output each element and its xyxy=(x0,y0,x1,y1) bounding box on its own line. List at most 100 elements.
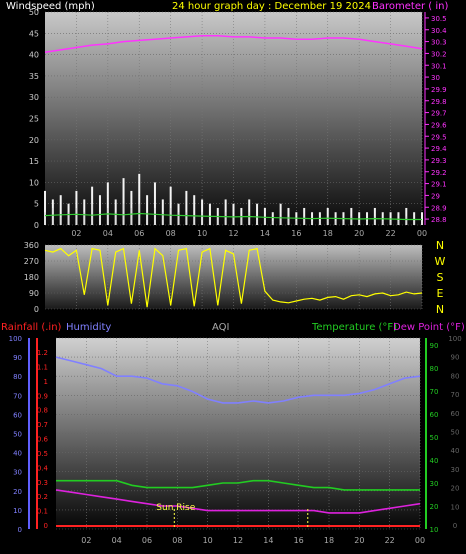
x-tick-label: 04 xyxy=(112,536,122,545)
wind-bar xyxy=(224,212,227,225)
humidity-tick-label: 70 xyxy=(13,392,22,400)
temperature-tick-label: 80 xyxy=(430,365,439,373)
x-ticks-3: 02 04 06 08 10 12 14 16 18 20 22 00 xyxy=(81,536,425,545)
wind-bar xyxy=(358,220,360,225)
x-tick-label: 18 xyxy=(323,229,333,238)
x-tick-label: 04 xyxy=(103,229,113,238)
windspeed-tick-label: 30 xyxy=(29,93,39,102)
x-tick-label: 22 xyxy=(385,536,395,545)
humidity-legend: Humidity xyxy=(66,322,111,333)
rainfall-tick-label: 1 xyxy=(44,378,48,386)
humidity-tick-label: 90 xyxy=(13,354,22,362)
x-tick-label: 06 xyxy=(134,229,144,238)
rainfall-tick-label: 1.1 xyxy=(37,363,48,371)
x-tick-label: 14 xyxy=(260,229,270,238)
barometer-tick-label: 30 xyxy=(431,74,440,82)
humidity-tick-label: 30 xyxy=(13,469,22,477)
windspeed-tick-label: 5 xyxy=(34,200,39,209)
wind-bar xyxy=(272,220,274,225)
temperature-tick-label: 50 xyxy=(430,434,439,442)
wind-direction-panel: 0 90 180 270 360 NWSEN xyxy=(24,239,446,316)
x-tick-label: 08 xyxy=(166,229,176,238)
compass-labels: NWSEN xyxy=(435,239,446,316)
x-ticks-1: 02 04 06 08 10 12 14 16 18 20 22 00 xyxy=(71,229,427,238)
rainfall-tick-label: 0.9 xyxy=(37,392,48,400)
barometer-tick-label: 30.1 xyxy=(431,62,447,70)
rainfall-tick-label: 0.1 xyxy=(37,508,48,516)
wind-bar xyxy=(405,216,408,225)
compass-label: N xyxy=(436,303,444,316)
sun-rise-label: Sun Rise xyxy=(156,503,195,513)
wind-bar xyxy=(389,220,392,225)
wind-bar xyxy=(334,220,337,225)
windspeed-tick-label: 25 xyxy=(29,115,39,124)
rain-humidity-temp-panel: 0102030405060708090100 00.10.20.30.40.50… xyxy=(1,322,465,545)
windspeed-tick-label: 45 xyxy=(29,29,39,38)
humidity-tick-label: 60 xyxy=(13,411,22,419)
aqi-tick-label: 100 xyxy=(448,335,461,343)
barometer-tick-label: 30.4 xyxy=(431,27,447,35)
wind-bar xyxy=(248,212,250,225)
aqi-legend: AQI xyxy=(212,322,230,333)
wind-bar xyxy=(366,220,368,225)
humidity-tick-label: 100 xyxy=(9,335,22,343)
wind-bar xyxy=(303,216,305,225)
direction-tick-label: 360 xyxy=(24,241,39,250)
windspeed-axis-label: Windspeed (mph) xyxy=(6,1,95,12)
aqi-tick-label: 50 xyxy=(451,429,460,437)
rainfall-legend: Rainfall (.in) xyxy=(1,322,62,333)
wind-bar xyxy=(421,220,423,225)
aqi-tick-label: 70 xyxy=(451,391,460,399)
wind-bar xyxy=(107,207,109,225)
rainfall-tick-label: 0.4 xyxy=(37,464,49,472)
humidity-axis-stripe xyxy=(28,338,30,529)
humidity-tick-label: 20 xyxy=(13,488,22,496)
rainfall-tick-label: 0.5 xyxy=(37,450,48,458)
x-tick-label: 02 xyxy=(81,536,91,545)
wind-bar xyxy=(185,212,188,225)
barometer-tick-label: 29.7 xyxy=(431,110,447,118)
rainfall-tick-label: 0.3 xyxy=(37,479,48,487)
x-tick-label: 16 xyxy=(291,229,301,238)
windspeed-ticks: 05101520253035404550 xyxy=(29,8,39,230)
aqi-tick-label: 40 xyxy=(451,447,460,455)
direction-tick-label: 270 xyxy=(24,257,39,266)
aqi-tick-label: 0 xyxy=(453,522,457,530)
temperature-tick-label: 40 xyxy=(430,457,439,465)
wind-bar xyxy=(130,207,133,225)
x-tick-label: 20 xyxy=(354,536,364,545)
humidity-ticks: 0 10 20 30 40 50 60 70 80 90 100 xyxy=(9,335,22,534)
barometer-tick-label: 29.1 xyxy=(431,181,447,189)
x-tick-label: 00 xyxy=(417,229,427,238)
wind-bar xyxy=(91,203,93,225)
wind-bar xyxy=(75,207,78,225)
wind-bar xyxy=(232,216,235,225)
temperature-legend: Temperature (°F) xyxy=(311,322,397,333)
direction-tick-label: 90 xyxy=(29,289,39,298)
x-tick-label: 00 xyxy=(415,536,425,545)
aqi-tick-label: 30 xyxy=(451,466,460,474)
x-tick-label: 08 xyxy=(172,536,182,545)
temperature-tick-label: 70 xyxy=(430,388,439,396)
windspeed-tick-label: 20 xyxy=(29,136,39,145)
temperature-axis-stripe xyxy=(425,338,427,529)
wind-bar xyxy=(240,216,243,225)
rainfall-tick-label: 0.2 xyxy=(37,493,48,501)
humidity-tick-label: 80 xyxy=(13,373,22,381)
aqi-tick-label: 20 xyxy=(451,485,460,493)
chart-title: 24 hour graph day : December 19 2024 xyxy=(172,1,371,12)
barometer-tick-label: 29.3 xyxy=(431,157,447,165)
temperature-tick-label: 10 xyxy=(430,526,439,534)
x-tick-label: 12 xyxy=(233,536,243,545)
direction-tick-label: 0 xyxy=(34,305,39,314)
rainfall-tick-label: 0.7 xyxy=(37,421,48,429)
windspeed-tick-label: 10 xyxy=(29,178,39,187)
rainfall-tick-label: 1.2 xyxy=(37,349,48,357)
direction-tick-label: 180 xyxy=(24,273,39,282)
barometer-tick-label: 30.2 xyxy=(431,50,447,58)
wind-bar xyxy=(52,207,54,225)
wind-bar xyxy=(138,203,140,225)
wind-bar xyxy=(154,207,156,225)
wind-bar xyxy=(217,216,219,225)
aqi-tick-label: 10 xyxy=(451,503,460,511)
